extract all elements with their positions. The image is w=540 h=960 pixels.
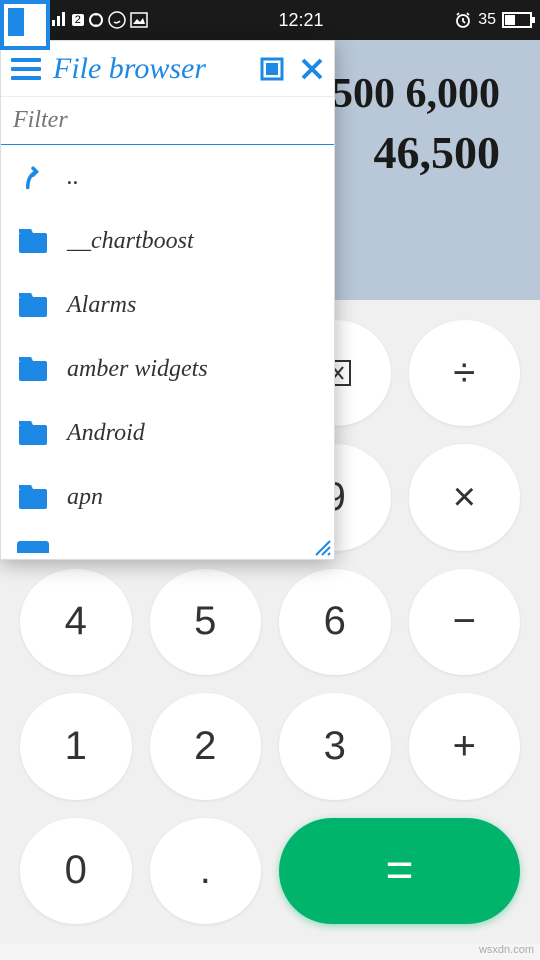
image-icon xyxy=(130,12,148,28)
status-time: 12:21 xyxy=(148,10,454,31)
folder-icon xyxy=(17,355,49,383)
file-browser-title: File browser xyxy=(53,52,260,86)
file-item-label: .. xyxy=(67,164,79,191)
whatsapp-icon xyxy=(108,11,126,29)
folder-icon xyxy=(17,291,49,319)
file-item-label: __chartboost xyxy=(67,228,194,255)
file-browser-header: File browser xyxy=(1,41,334,97)
key-minus[interactable]: − xyxy=(409,569,521,675)
status-bar: H+ 2 12:21 35 xyxy=(0,0,540,40)
calc-expression: 500 6,000 xyxy=(332,70,500,118)
file-browser-popup: File browser .. __chartboost Alarms ambe… xyxy=(0,40,335,560)
up-arrow-icon xyxy=(17,163,49,191)
file-item-label: Android xyxy=(67,420,145,447)
resize-handle-icon[interactable] xyxy=(312,537,332,557)
key-2[interactable]: 2 xyxy=(150,693,262,799)
key-0[interactable]: 0 xyxy=(20,818,132,924)
key-1[interactable]: 1 xyxy=(20,693,132,799)
key-4[interactable]: 4 xyxy=(20,569,132,675)
alarm-icon xyxy=(454,11,472,29)
calc-result: 46,500 xyxy=(374,126,501,179)
folder-icon xyxy=(17,227,49,255)
file-list: .. __chartboost Alarms amber widgets And… xyxy=(1,145,334,529)
signal-icon-2 xyxy=(50,12,68,28)
file-item-folder[interactable]: amber widgets xyxy=(1,337,334,401)
key-3[interactable]: 3 xyxy=(279,693,391,799)
file-item-folder[interactable]: apn xyxy=(1,465,334,529)
filter-input[interactable] xyxy=(1,97,334,145)
file-item-folder[interactable]: __chartboost xyxy=(1,209,334,273)
menu-icon[interactable] xyxy=(11,54,41,84)
battery-icon xyxy=(502,12,532,28)
file-item-label: Alarms xyxy=(67,292,136,319)
key-divide[interactable]: ÷ xyxy=(409,320,521,426)
sync-icon xyxy=(88,12,104,28)
file-item-folder[interactable]: Alarms xyxy=(1,273,334,337)
key-5[interactable]: 5 xyxy=(150,569,262,675)
app-overlay-icon xyxy=(0,0,50,50)
file-item-up[interactable]: .. xyxy=(1,145,334,209)
maximize-icon[interactable] xyxy=(260,57,284,81)
folder-icon xyxy=(17,419,49,447)
key-6[interactable]: 6 xyxy=(279,569,391,675)
sim-badge: 2 xyxy=(72,14,84,26)
file-item-folder[interactable]: Android xyxy=(1,401,334,465)
key-equals[interactable]: = xyxy=(279,818,520,924)
key-multiply[interactable]: × xyxy=(409,444,521,550)
close-icon[interactable] xyxy=(300,57,324,81)
key-plus[interactable]: + xyxy=(409,693,521,799)
key-dot[interactable]: . xyxy=(150,818,262,924)
folder-icon xyxy=(17,483,49,511)
battery-level: 35 xyxy=(478,11,496,29)
file-item-label: amber widgets xyxy=(67,356,208,383)
file-item-label: apn xyxy=(67,484,103,511)
folder-icon-partial xyxy=(17,541,49,553)
watermark: wsxdn.com xyxy=(479,944,534,956)
